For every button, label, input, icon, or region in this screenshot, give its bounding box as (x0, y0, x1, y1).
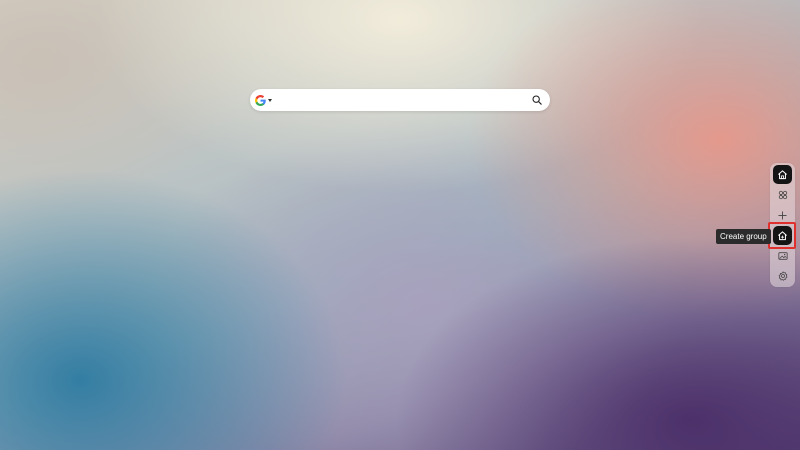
apps-button[interactable] (773, 185, 792, 204)
search-button[interactable] (529, 92, 545, 108)
tooltip: Create group (716, 229, 771, 244)
settings-button[interactable] (773, 266, 792, 285)
google-logo-icon (255, 94, 266, 106)
search-icon (532, 95, 542, 105)
search-bar (250, 89, 550, 111)
home-icon (778, 170, 787, 180)
plus-icon (778, 211, 787, 220)
apps-icon (778, 190, 787, 199)
gear-icon (778, 270, 787, 281)
search-input[interactable] (272, 91, 529, 109)
image-icon (777, 251, 788, 260)
home-button[interactable] (773, 165, 792, 184)
highlight-box (768, 222, 796, 249)
search-engine-selector[interactable] (255, 94, 272, 106)
